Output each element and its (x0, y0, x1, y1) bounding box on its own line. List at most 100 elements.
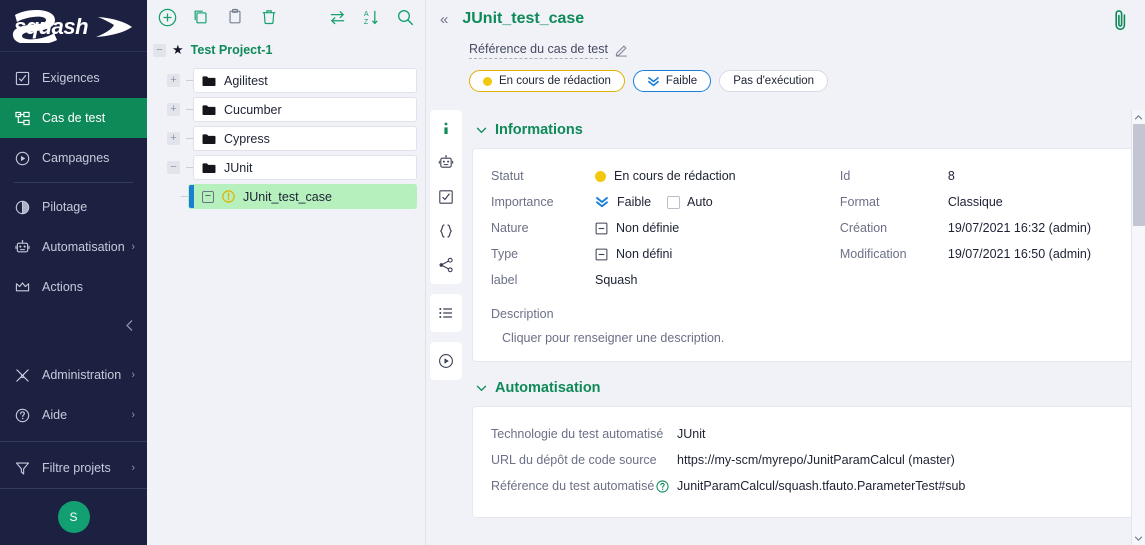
sidebar-item-filtre-projets[interactable]: Filtre projets › (0, 448, 147, 488)
expand-node-toggle[interactable]: + (167, 103, 180, 116)
tree-node-junit-test-case[interactable]: − JUnit_test_case (188, 184, 417, 209)
sidebar-divider (14, 182, 133, 183)
field-value-text[interactable]: JunitParamCalcul/squash.tfauto.Parameter… (677, 479, 965, 493)
scroll-up-arrow-icon[interactable] (1134, 110, 1143, 124)
sidebar-item-campagnes[interactable]: Campagnes (0, 138, 147, 178)
field-statut: Statut En cours de rédaction (491, 163, 840, 189)
delete-icon[interactable] (259, 7, 279, 27)
field-value: 8 (948, 169, 955, 183)
sidebar-item-label: Campagnes (42, 151, 135, 165)
field-value[interactable]: Squash (595, 273, 637, 287)
dashboard-icon (12, 197, 32, 217)
field-value[interactable]: Non définie (595, 221, 679, 235)
collapse-node-toggle[interactable]: − (202, 191, 214, 203)
tab-parameters[interactable] (430, 214, 462, 248)
description-placeholder[interactable]: Cliquer pour renseigner une description. (502, 331, 1114, 345)
tree-row[interactable]: + Agilitest (153, 68, 417, 93)
field-value-text[interactable]: JUnit (677, 427, 705, 441)
tab-linked-items[interactable] (430, 248, 462, 282)
tree-connector (186, 138, 193, 139)
field-value[interactable]: Non défini (595, 247, 672, 261)
avatar[interactable]: S (58, 501, 90, 533)
auto-label: Auto (687, 195, 713, 209)
app-logo[interactable]: squash (0, 0, 147, 52)
crown-icon (12, 277, 32, 297)
main-content: « JUnit_test_case Référence du cas de te… (426, 0, 1145, 545)
section-automatisation-header[interactable]: Automatisation (476, 380, 1133, 396)
sidebar-item-exigences[interactable]: Exigences (0, 58, 147, 98)
scroll-down-arrow-icon[interactable] (1134, 531, 1143, 545)
scrollbar-track[interactable] (1132, 124, 1145, 531)
detail-panels: Informations Statut En cours de (462, 110, 1145, 545)
auto-toggle[interactable]: Auto (667, 195, 713, 209)
tab-automatisation[interactable] (430, 146, 462, 180)
auto-checkbox[interactable] (667, 196, 680, 209)
add-icon[interactable] (157, 7, 177, 27)
sidebar-item-label: Aide (42, 408, 127, 422)
field-value[interactable]: Faible Auto (595, 195, 713, 209)
folder-icon (202, 75, 216, 87)
tree-node-agilitest[interactable]: Agilitest (193, 68, 417, 93)
left-sidebar: squash Exigences (0, 0, 147, 545)
field-value-text: Squash (595, 273, 637, 287)
sidebar-spacer (0, 343, 147, 355)
sidebar-item-actions[interactable]: Actions (0, 267, 147, 307)
sidebar-item-administration[interactable]: Administration › (0, 355, 147, 395)
section-title: Automatisation (495, 380, 601, 396)
collapse-node-toggle[interactable]: − (153, 44, 166, 57)
tree-row-root[interactable]: − ★ Test Project-1 (153, 38, 417, 62)
status-badge-label: En cours de rédaction (499, 75, 611, 87)
tree-row[interactable]: + Cucumber (153, 97, 417, 122)
tab-list[interactable] (430, 296, 462, 330)
tree-row[interactable]: − JUnit_test_case (153, 184, 417, 209)
test-case-status-icon (222, 190, 235, 203)
field-label: URL du dépôt de code source (491, 453, 677, 467)
sidebar-item-cas-de-test[interactable]: Cas de test (0, 98, 147, 138)
field-label: Référence du test automatisé (491, 479, 677, 493)
tab-steps[interactable] (430, 180, 462, 214)
sidebar-item-aide[interactable]: Aide › (0, 395, 147, 435)
help-circle-icon[interactable] (656, 480, 669, 493)
tree-node-cucumber[interactable]: Cucumber (193, 97, 417, 122)
sidebar-item-automatisation[interactable]: Automatisation › (0, 227, 147, 267)
tree-node-junit[interactable]: JUnit (193, 155, 417, 180)
test-case-reference[interactable]: Référence du cas de test (469, 42, 608, 59)
expand-node-toggle[interactable]: + (167, 132, 180, 145)
move-icon[interactable] (327, 7, 347, 27)
sidebar-item-pilotage[interactable]: Pilotage (0, 187, 147, 227)
section-informations-header[interactable]: Informations (476, 122, 1133, 138)
vertical-scrollbar[interactable] (1131, 110, 1145, 545)
informations-grid: Statut En cours de rédaction Importance (491, 163, 1114, 293)
priority-badge[interactable]: Faible (633, 70, 711, 92)
field-label: Technologie du test automatisé (491, 427, 677, 441)
collapse-tree-button[interactable]: « (440, 11, 448, 28)
field-label: Format (840, 195, 948, 209)
sort-icon[interactable]: AZ (361, 7, 381, 27)
execution-badge[interactable]: Pas d'exécution (719, 70, 828, 92)
tab-execute[interactable] (430, 344, 462, 378)
expand-node-toggle[interactable]: + (167, 74, 180, 87)
search-icon[interactable] (395, 7, 415, 27)
paperclip-icon (1112, 8, 1129, 32)
scrollbar-thumb[interactable] (1133, 124, 1145, 226)
copy-icon[interactable] (191, 7, 211, 27)
tree-row[interactable]: − JUnit (153, 155, 417, 180)
requirements-icon (12, 68, 32, 88)
automatisation-card: Technologie du test automatisé JUnit URL… (472, 406, 1133, 518)
status-badge[interactable]: En cours de rédaction (469, 70, 625, 92)
edit-pencil-icon[interactable] (615, 44, 628, 57)
field-label: Modification (840, 247, 948, 261)
tree-row[interactable]: + Cypress (153, 126, 417, 151)
selection-indicator (189, 184, 194, 209)
collapse-node-toggle[interactable]: − (167, 161, 180, 174)
sidebar-collapse-button[interactable] (0, 307, 147, 343)
field-value-text[interactable]: https://my-scm/myrepo/JunitParamCalcul (… (677, 453, 955, 467)
tree-connector (181, 196, 188, 197)
execution-badge-label: Pas d'exécution (733, 75, 814, 87)
attachment-button[interactable] (1112, 8, 1129, 37)
field-value[interactable]: En cours de rédaction (595, 169, 736, 183)
sidebar-divider (0, 441, 147, 442)
tree-node-cypress[interactable]: Cypress (193, 126, 417, 151)
tab-informations[interactable] (430, 112, 462, 146)
paste-icon[interactable] (225, 7, 245, 27)
